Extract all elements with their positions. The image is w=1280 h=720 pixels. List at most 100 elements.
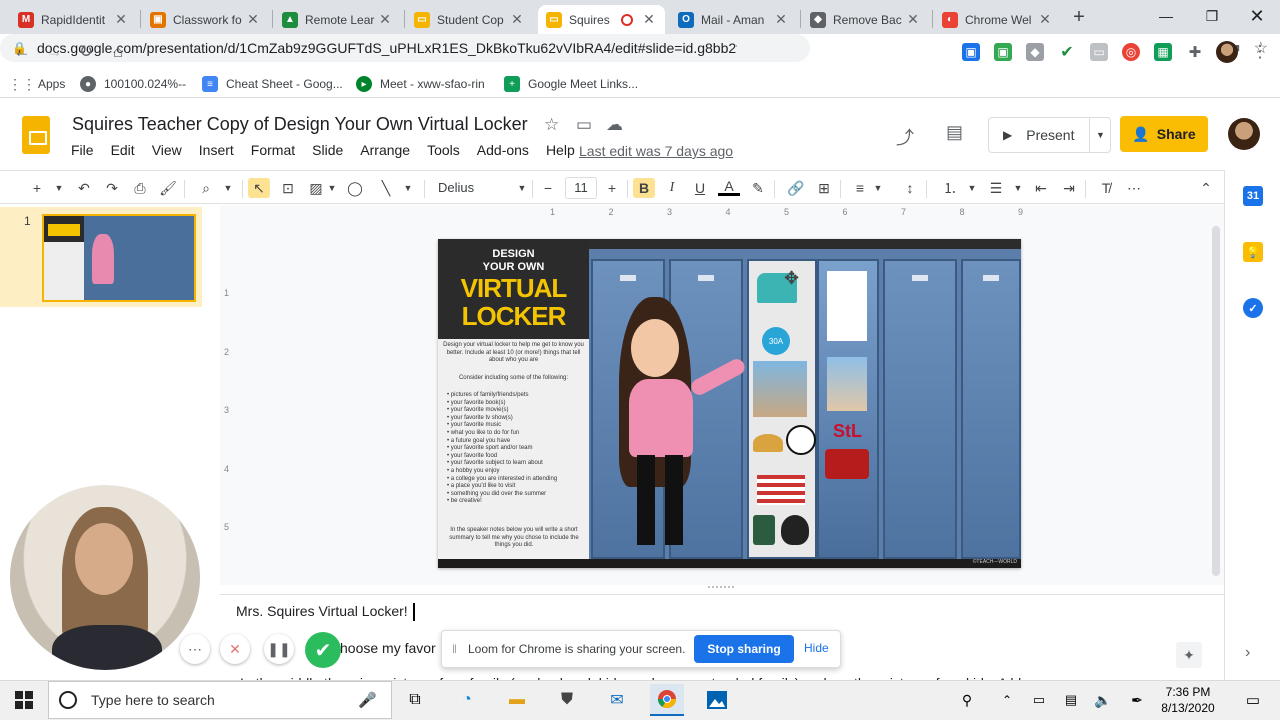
bookmark-cheat-sheet[interactable]: ≡ Cheat Sheet - Goog... <box>202 74 343 94</box>
explore-icon[interactable]: ✦ <box>1176 642 1202 668</box>
select-cursor-icon[interactable]: ↖ <box>248 178 270 198</box>
restore-button[interactable]: ❐ <box>1189 0 1235 32</box>
reload-icon[interactable]: ↻ <box>72 38 100 66</box>
menu-item-addons[interactable]: Add-ons <box>477 142 529 162</box>
present-dropdown-icon[interactable]: ▼ <box>1089 118 1111 152</box>
font-dropdown-icon[interactable]: ▼ <box>511 178 533 198</box>
photos-icon[interactable] <box>700 684 734 716</box>
notifications-icon[interactable]: ▭ <box>1236 684 1270 716</box>
loom-cancel-icon[interactable]: ✕ <box>220 634 250 664</box>
align-dropdown-icon[interactable]: ▼ <box>867 178 889 198</box>
minimize-button[interactable]: — <box>1143 0 1189 32</box>
more-options-icon[interactable]: ⋯ <box>1123 178 1145 198</box>
comments-icon[interactable]: ▤ <box>946 122 963 143</box>
stop-sharing-button[interactable]: Stop sharing <box>694 635 794 663</box>
pen-icon[interactable]: ✒ <box>1120 684 1154 716</box>
decrease-font-size-icon[interactable]: − <box>537 178 559 198</box>
close-tab-icon[interactable]: ✕ <box>1037 11 1053 28</box>
slides-logo-icon[interactable] <box>22 116 50 154</box>
keep-icon[interactable]: 💡 <box>1243 242 1263 262</box>
hide-button[interactable]: Hide <box>804 641 829 655</box>
network-icon[interactable]: ▤ <box>1054 684 1088 716</box>
menu-item-format[interactable]: Format <box>251 142 295 162</box>
increase-font-size-icon[interactable]: + <box>601 178 623 198</box>
taskbar-clock[interactable]: 7:36 PM 8/13/2020 <box>1156 684 1220 716</box>
collapse-toolbar-icon[interactable]: ⌃ <box>1195 178 1217 198</box>
browser-tab[interactable]: ▲ Remote Lear ✕ <box>274 5 401 34</box>
increase-indent-icon[interactable]: ⇥ <box>1058 178 1080 198</box>
battery-icon[interactable]: ▭ <box>1022 684 1056 716</box>
extension-icon-1[interactable]: ▣ <box>962 43 980 61</box>
share-button[interactable]: 👤 Share <box>1120 116 1208 152</box>
menu-kebab-icon[interactable]: ⋮ <box>1246 38 1274 66</box>
extension-icon-3[interactable]: ◆ <box>1026 43 1044 61</box>
menu-item-edit[interactable]: Edit <box>111 142 135 162</box>
store-icon[interactable]: ⛊ <box>550 684 584 716</box>
bookmark-meet[interactable]: ▸ Meet - xww-sfao-rin <box>356 74 485 94</box>
move-folder-icon[interactable]: ▭ <box>576 115 592 135</box>
highlight-color-icon[interactable]: ✎ <box>747 178 769 198</box>
menu-item-view[interactable]: View <box>152 142 182 162</box>
account-avatar[interactable] <box>1228 118 1260 150</box>
browser-tab[interactable]: M RapidIdentit ✕ <box>10 5 137 34</box>
line-spacing-icon[interactable]: ↕ <box>899 178 921 198</box>
line-icon[interactable]: ╲ <box>375 178 397 198</box>
extension-icon-2[interactable]: ▣ <box>994 43 1012 61</box>
activity-trend-icon[interactable]: ⤴ <box>896 124 914 150</box>
show-hidden-icons[interactable]: ⌃ <box>990 684 1024 716</box>
document-title[interactable]: Squires Teacher Copy of Design Your Own … <box>72 114 528 135</box>
line-dropdown-icon[interactable]: ▼ <box>397 178 419 198</box>
underline-icon[interactable]: U <box>689 178 711 198</box>
sheets-extension-icon[interactable]: ▦ <box>1154 43 1172 61</box>
print-icon[interactable]: ⎙ <box>129 178 151 198</box>
speaker-notes-line[interactable]: hoose my favor <box>340 640 436 656</box>
text-box-icon[interactable]: ⊡ <box>277 178 299 198</box>
loom-webcam-bubble[interactable] <box>10 485 200 670</box>
expand-panel-icon[interactable]: › <box>1245 644 1250 662</box>
cloud-status-icon[interactable]: ☁ <box>606 115 623 135</box>
menu-item-arrange[interactable]: Arrange <box>360 142 410 162</box>
slide[interactable]: DESIGN YOUR OWN VIRTUAL LOCKER Design yo… <box>438 239 1021 568</box>
font-name-select[interactable]: Delius <box>438 180 474 195</box>
speaker-notes-title[interactable]: Mrs. Squires Virtual Locker! <box>236 603 408 619</box>
bold-icon[interactable]: B <box>633 178 655 198</box>
shape-icon[interactable]: ◯ <box>344 178 366 198</box>
extension-icon-5[interactable]: ◎ <box>1122 43 1140 61</box>
close-tab-icon[interactable]: ✕ <box>245 11 261 28</box>
edge-icon[interactable]: ◔ <box>450 684 484 716</box>
volume-icon[interactable]: 🔈 <box>1086 684 1120 716</box>
browser-tab[interactable]: ▣ Classwork fo ✕ <box>142 5 269 34</box>
bookmark-meet-links[interactable]: + Google Meet Links... <box>504 74 638 94</box>
taskbar-search-box[interactable]: Type here to search 🎤 <box>48 681 392 719</box>
add-comment-icon[interactable]: ⊞ <box>813 178 835 198</box>
canvas-scrollbar[interactable] <box>1212 226 1220 576</box>
close-tab-icon[interactable]: ✕ <box>509 11 525 28</box>
bookmark-percent[interactable]: ● 100100.024%-- <box>80 74 186 94</box>
extensions-puzzle-icon[interactable]: ✚ <box>1186 43 1204 61</box>
decrease-indent-icon[interactable]: ⇤ <box>1030 178 1052 198</box>
zoom-icon[interactable]: ⌕ <box>195 178 217 198</box>
browser-tab[interactable]: O Mail - Aman ✕ <box>670 5 797 34</box>
home-icon[interactable]: ⌂ <box>104 38 132 66</box>
new-slide-icon[interactable]: + <box>26 178 48 198</box>
tasks-icon[interactable]: ✓ <box>1243 298 1263 318</box>
paint-format-icon[interactable]: 🖌 <box>157 178 179 198</box>
text-color-icon[interactable]: A <box>718 178 740 196</box>
zoom-dropdown-icon[interactable]: ▼ <box>217 178 239 198</box>
star-icon[interactable]: ☆ <box>544 115 559 135</box>
close-tab-icon[interactable]: ✕ <box>641 11 657 28</box>
microphone-icon[interactable]: 🎤 <box>358 691 377 709</box>
bookmark-apps[interactable]: ⋮⋮ Apps <box>8 74 65 94</box>
back-icon[interactable]: ← <box>8 38 36 66</box>
menu-item-insert[interactable]: Insert <box>199 142 234 162</box>
font-size-input[interactable]: 11 <box>565 177 597 199</box>
present-button[interactable]: ▶ Present ▼ <box>988 117 1111 153</box>
chrome-taskbar-icon[interactable] <box>650 684 684 716</box>
people-icon[interactable]: ⚲ <box>950 684 984 716</box>
close-window-button[interactable]: ✕ <box>1234 0 1280 32</box>
menu-item-slide[interactable]: Slide <box>312 142 343 162</box>
profile-avatar[interactable] <box>1216 41 1238 63</box>
browser-tab[interactable]: ▭ Student Cop ✕ <box>406 5 533 34</box>
file-explorer-icon[interactable]: ▬ <box>500 684 534 716</box>
loom-more-icon[interactable]: ⋯ <box>180 634 210 664</box>
